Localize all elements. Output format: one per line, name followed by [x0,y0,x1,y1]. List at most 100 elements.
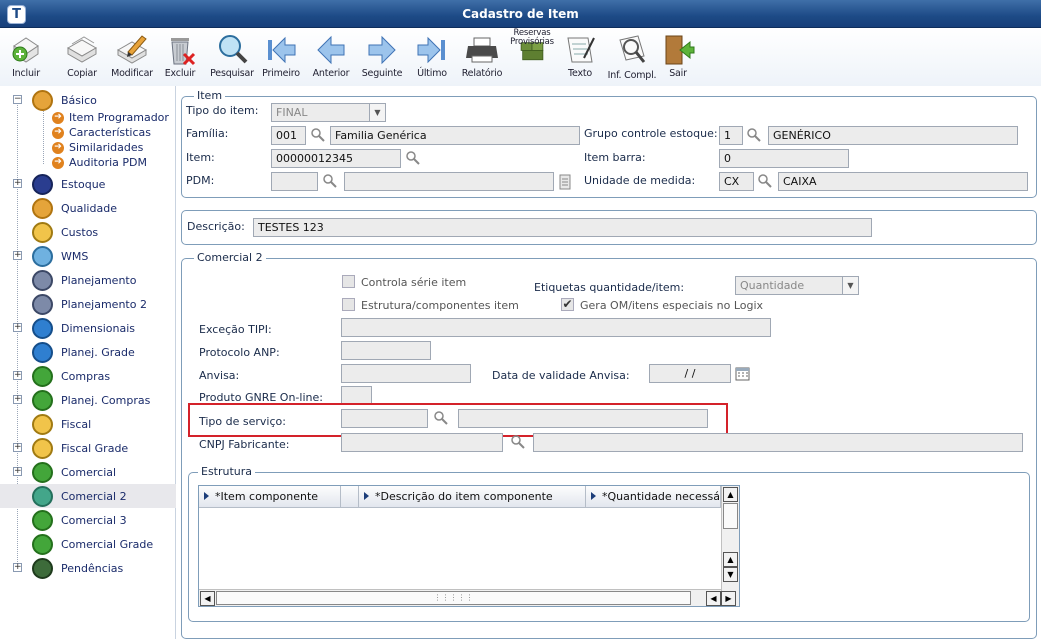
expand-icon[interactable]: + [13,251,22,260]
search-icon[interactable] [510,434,526,450]
cnpj-fabricante-desc-field[interactable] [533,433,1023,452]
sair-button[interactable]: Sair [662,28,695,86]
scroll-thumb[interactable]: ⋮⋮⋮⋮⋮ [216,591,691,605]
planej-grade-icon [32,342,53,363]
tree-node-fiscal-grade[interactable]: + Fiscal Grade [0,436,176,460]
horizontal-scrollbar[interactable]: ◀ ⋮⋮⋮⋮⋮ ◀ ▶ [199,589,736,606]
pesquisar-button[interactable]: Pesquisar [208,28,256,86]
unidade-desc-field[interactable]: CAIXA [778,172,1028,191]
tree-node-custos[interactable]: Custos [0,220,176,244]
tree-node-wms[interactable]: + WMS [0,244,176,268]
grupo-desc-field[interactable]: GENÉRICO [768,126,1018,145]
estrutura-grid[interactable]: *Item componente *Descrição do item comp… [198,485,740,607]
text-icon [567,37,595,63]
tree-node-comercial-3[interactable]: Comercial 3 [0,508,176,532]
document-icon[interactable] [557,174,573,190]
anterior-button[interactable]: Anterior [310,28,352,86]
item-barra-field[interactable]: 0 [719,149,849,168]
column-header-descricao[interactable]: *Descrição do item componente [359,486,586,508]
seguinte-button[interactable]: Seguinte [360,28,404,86]
tree-node-qualidade[interactable]: Qualidade [0,196,176,220]
incluir-button[interactable]: Incluir [6,28,46,86]
tree-node-compras[interactable]: + Compras [0,364,176,388]
modificar-button[interactable]: Modificar [108,28,156,86]
dropdown-arrow-icon[interactable]: ▼ [842,277,858,294]
tree-node-comercial-2[interactable]: Comercial 2 [0,484,176,508]
expand-icon[interactable]: + [13,563,22,572]
tree-node-pendencias[interactable]: + Pendências [0,556,176,580]
search-icon[interactable] [310,127,326,143]
relatorio-button[interactable]: Relatório [460,28,504,86]
validade-anvisa-field[interactable]: / / [649,364,731,383]
tree-node-planejamento[interactable]: Planejamento [0,268,176,292]
expand-icon[interactable]: + [13,179,22,188]
toolbar: Incluir Copiar Modificar Excluir Pesquis… [0,28,1041,86]
tree-node-dimensionais[interactable]: + Dimensionais [0,316,176,340]
anvisa-field[interactable] [341,364,471,383]
descricao-label: Descrição: [187,220,245,233]
scroll-up-icon[interactable]: ▲ [723,552,738,567]
search-icon[interactable] [322,173,338,189]
descricao-field[interactable]: TESTES 123 [253,218,872,237]
scroll-up-icon[interactable]: ▲ [723,487,738,502]
estrutura-comp-checkbox[interactable] [342,298,355,311]
tree-node-comercial-grade[interactable]: Comercial Grade [0,532,176,556]
scroll-right-icon[interactable]: ▶ [721,591,736,606]
previous-icon [317,35,345,65]
tree-node-basico[interactable]: − Básico [0,88,176,112]
search-icon[interactable] [405,150,421,166]
column-header-item[interactable]: *Item componente [199,486,341,508]
calendar-icon[interactable] [735,366,751,382]
tipo-item-select[interactable]: FINAL ▼ [271,103,386,122]
gera-om-checkbox[interactable]: ✔ [561,298,574,311]
tree-node-label: Fiscal [61,418,92,431]
tree-node-planej-compras[interactable]: + Planej. Compras [0,388,176,412]
unidade-code-field[interactable]: CX [719,172,754,191]
collapse-icon[interactable]: − [13,95,22,104]
controla-serie-checkbox[interactable] [342,275,355,288]
scroll-left-icon[interactable]: ◀ [706,591,721,606]
tree-node-fiscal[interactable]: Fiscal [0,412,176,436]
excluir-button[interactable]: Excluir [162,28,198,86]
search-icon[interactable] [746,127,762,143]
primeiro-button[interactable]: Primeiro [260,28,302,86]
item-code-field[interactable]: 00000012345 [271,149,401,168]
pdm-desc-field[interactable] [344,172,554,191]
ultimo-button[interactable]: Último [412,28,452,86]
expand-icon[interactable]: + [13,323,22,332]
scroll-thumb[interactable] [723,503,738,529]
expand-icon[interactable]: + [13,443,22,452]
infcompl-button[interactable]: Inf. Compl. [604,28,660,86]
pdm-code-field[interactable] [271,172,318,191]
sort-icon [364,492,369,500]
expand-icon[interactable]: + [13,467,22,476]
planejamento-icon [32,270,53,291]
expand-icon[interactable]: + [13,371,22,380]
search-icon[interactable] [757,173,773,189]
scroll-down-icon[interactable]: ▼ [723,567,738,582]
copy-icon [66,36,98,63]
qualidade-icon [32,198,53,219]
expand-icon[interactable]: + [13,395,22,404]
window-title: Cadastro de Item [462,7,579,21]
excecao-tipi-field[interactable] [341,318,771,337]
etiquetas-select[interactable]: Quantidade ▼ [735,276,859,295]
tree-node-planejamento-2[interactable]: Planejamento 2 [0,292,176,316]
protocolo-anp-field[interactable] [341,341,431,360]
scroll-left-icon[interactable]: ◀ [200,591,215,606]
reservas-button[interactable]: Reservas Provisórias [506,28,558,86]
copiar-button[interactable]: Copiar [60,28,104,86]
grupo-code-field[interactable]: 1 [719,126,743,145]
familia-code-field[interactable]: 001 [271,126,306,145]
texto-button[interactable]: Texto [562,28,598,86]
familia-desc-field[interactable]: Familia Genérica [330,126,580,145]
tree-node-planej-grade[interactable]: Planej. Grade [0,340,176,364]
vertical-scrollbar[interactable]: ▲ ▲ ▼ [721,486,739,606]
dropdown-arrow-icon[interactable]: ▼ [369,104,385,121]
tree-node-estoque[interactable]: + Estoque [0,172,176,196]
tree-node-comercial[interactable]: + Comercial [0,460,176,484]
column-header-quantidade[interactable]: *Quantidade necessária [586,486,721,508]
tree-node-label: Fiscal Grade [61,442,129,455]
cnpj-fabricante-field[interactable] [341,433,503,452]
etiquetas-value: Quantidade [740,279,805,292]
